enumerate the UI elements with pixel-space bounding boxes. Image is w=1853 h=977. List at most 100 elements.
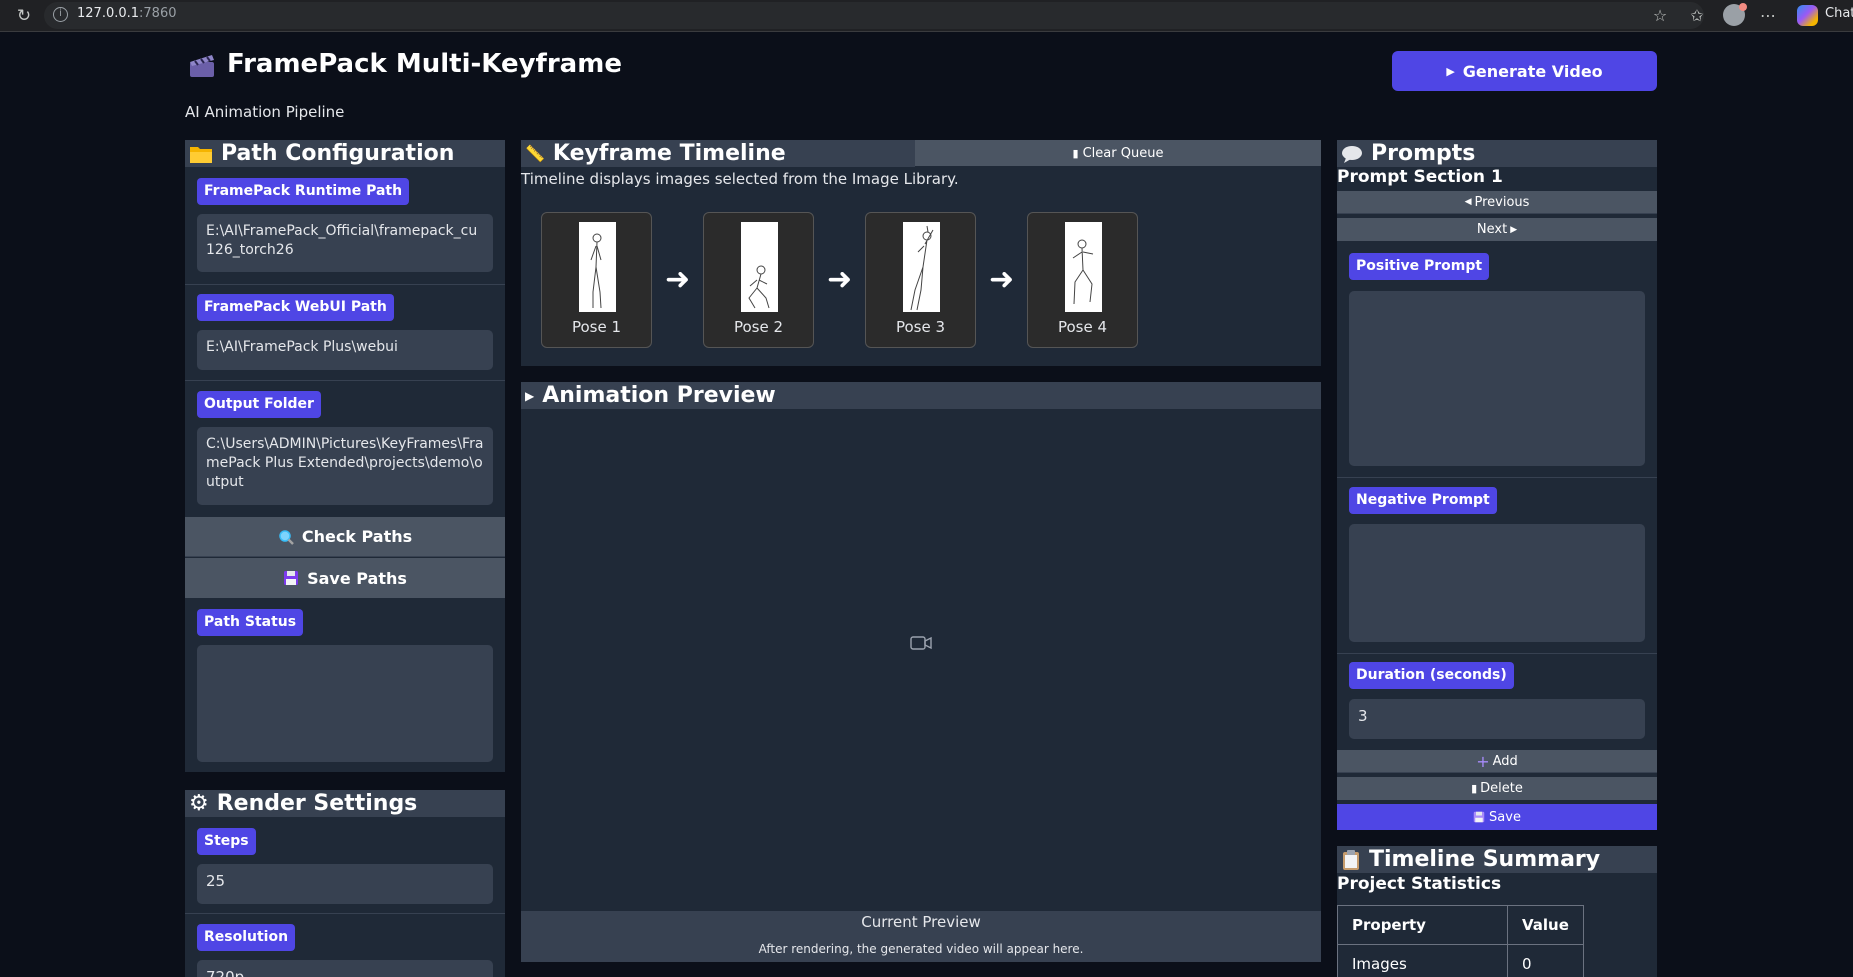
pose-sketch-standing (590, 233, 602, 309)
floppy-disk-icon (284, 571, 299, 585)
save-prompt-button[interactable]: Save (1337, 804, 1657, 830)
pose-card[interactable]: Pose 2 (703, 212, 814, 348)
favorites-icon[interactable]: ✩ (1686, 5, 1708, 27)
previous-label: Previous (1474, 194, 1530, 210)
video-area[interactable] (521, 412, 1321, 894)
add-button[interactable]: + Add (1337, 750, 1657, 773)
output-folder-input[interactable]: C:\Users\ADMIN\Pictures\KeyFrames\FrameP… (197, 427, 493, 505)
bookmark-star-icon[interactable]: ☆ (1649, 5, 1671, 27)
clear-queue-button[interactable]: ▮ Clear Queue (915, 140, 1321, 166)
output-folder-label: Output Folder (197, 391, 321, 418)
prompts-panel: Prompts Prompt Section 1 ◀ Previous Next… (1337, 140, 1657, 830)
more-menu-icon[interactable]: ⋯ (1757, 5, 1779, 27)
clipboard-icon (1343, 849, 1359, 870)
divider (185, 380, 505, 381)
pose-sketch-landing (1072, 239, 1094, 305)
address-bar[interactable] (44, 2, 1704, 29)
delete-button[interactable]: ▮ Delete (1337, 777, 1657, 800)
generate-video-button[interactable]: ▶ Generate Video (1392, 51, 1657, 91)
table-header-row: Property Value (1337, 905, 1584, 945)
browser-toolbar: ↻ i 127.0.0.1:7860 ☆ ✩ ⋯ Chat (0, 0, 1853, 32)
pose-sketch-crouching (748, 265, 770, 309)
steps-label: Steps (197, 828, 256, 855)
animation-preview-header[interactable]: ▶ Animation Preview (521, 382, 1321, 409)
negative-prompt-label: Negative Prompt (1349, 487, 1497, 514)
webui-path-input[interactable]: E:\AI\FramePack Plus\webui (197, 330, 493, 370)
pose-thumbnail (741, 222, 778, 312)
duration-label: Duration (seconds) (1349, 662, 1514, 689)
pose-thumbnail (579, 222, 616, 312)
trash-icon: ▮ (1471, 782, 1478, 795)
magnifier-icon (279, 529, 294, 545)
arrow-right-icon: ➜ (665, 262, 691, 297)
runtime-path-label: FramePack Runtime Path (197, 178, 410, 205)
gear-icon: ⚙ (189, 791, 209, 816)
prompts-title: Prompts (1371, 141, 1476, 166)
resolution-select[interactable]: 720p (197, 960, 493, 977)
prompts-header: Prompts (1337, 140, 1657, 167)
duration-input[interactable]: 3 (1349, 699, 1645, 739)
pose-label: Pose 3 (895, 318, 946, 336)
url-host: 127.0.0.1 (77, 6, 140, 21)
statistics-table: Property Value Images 0 (1337, 905, 1584, 977)
keyframe-timeline-header: 📏 Keyframe Timeline (521, 140, 915, 167)
site-info-icon[interactable]: i (53, 7, 68, 22)
table-row: Images 0 (1337, 944, 1584, 977)
path-configuration-panel: Path Configuration FramePack Runtime Pat… (185, 140, 505, 772)
steps-input[interactable]: 25 (197, 864, 493, 904)
path-configuration-title: Path Configuration (221, 141, 455, 166)
url-port: :7860 (139, 6, 177, 21)
next-button[interactable]: Next ▶ (1337, 218, 1657, 241)
delete-label: Delete (1480, 781, 1523, 796)
pose-card[interactable]: Pose 4 (1027, 212, 1138, 348)
keyframe-timeline-title: Keyframe Timeline (552, 141, 786, 166)
plus-icon: + (1476, 751, 1490, 771)
ruler-icon: 📏 (525, 144, 545, 163)
reload-icon[interactable]: ↻ (14, 6, 34, 26)
pose-sketch-jumping (910, 225, 934, 311)
next-label: Next (1476, 222, 1508, 237)
animation-preview-panel: ▶ Animation Preview Current Preview Afte… (521, 382, 1321, 962)
render-settings-title: Render Settings (216, 791, 418, 816)
divider (185, 284, 505, 285)
check-paths-button[interactable]: Check Paths (185, 517, 505, 557)
prompt-section-label: Prompt Section 1 (1337, 167, 1503, 187)
pose-thumbnail (1065, 222, 1102, 312)
check-paths-label: Check Paths (301, 527, 413, 546)
trash-icon: ▮ (1072, 146, 1079, 160)
profile-avatar[interactable] (1723, 3, 1747, 26)
table-cell-property: Images (1337, 944, 1508, 977)
table-cell-value: 0 (1507, 944, 1584, 977)
arrow-right-icon: ➜ (827, 262, 853, 297)
folder-icon (190, 146, 212, 163)
pose-label: Pose 4 (1057, 318, 1108, 336)
arrow-right-icon: ➜ (989, 262, 1015, 297)
pose-label: Pose 2 (733, 318, 784, 336)
floppy-disk-icon (1473, 811, 1485, 823)
webui-path-label: FramePack WebUI Path (197, 294, 394, 321)
save-paths-button[interactable]: Save Paths (185, 558, 505, 598)
divider (1337, 477, 1657, 478)
animation-preview-title: Animation Preview (542, 383, 776, 408)
negative-prompt-textarea[interactable] (1349, 524, 1645, 642)
clear-queue-label: Clear Queue (1082, 145, 1164, 161)
timeline-summary-title: Timeline Summary (1369, 847, 1601, 872)
app-subtitle: AI Animation Pipeline (185, 103, 345, 121)
speech-bubble-icon (1342, 145, 1362, 163)
divider (185, 913, 505, 914)
pose-card[interactable]: Pose 1 (541, 212, 652, 348)
positive-prompt-textarea[interactable] (1349, 291, 1645, 466)
pose-card[interactable]: Pose 3 (865, 212, 976, 348)
render-settings-panel: ⚙ Render Settings Steps 25 Resolution 72… (185, 790, 505, 977)
chat-label[interactable]: Chat (1825, 6, 1853, 21)
timeline-summary-header: Timeline Summary (1337, 846, 1657, 873)
app-title: FramePack Multi-Keyframe (227, 49, 622, 79)
divider (1337, 653, 1657, 654)
preview-note: After rendering, the generated video wil… (521, 937, 1321, 962)
runtime-path-input[interactable]: E:\AI\FramePack_Official\framepack_cu126… (197, 214, 493, 272)
previous-button[interactable]: ◀ Previous (1337, 191, 1657, 214)
generate-video-label: Generate Video (1462, 61, 1603, 81)
copilot-icon[interactable] (1797, 5, 1818, 26)
current-preview-caption: Current Preview (521, 911, 1321, 937)
save-prompt-label: Save (1489, 809, 1521, 825)
